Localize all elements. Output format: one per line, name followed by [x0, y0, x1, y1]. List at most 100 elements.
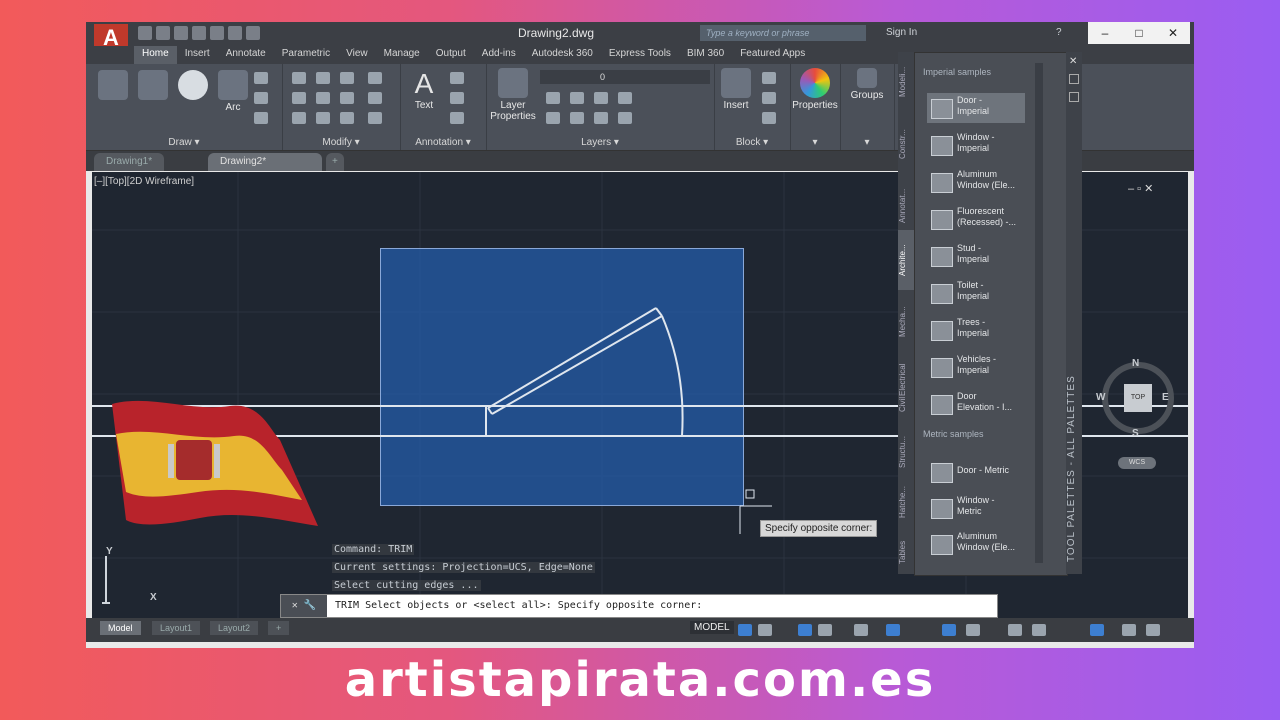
- tab-view[interactable]: View: [338, 46, 376, 64]
- undo-icon[interactable]: [228, 26, 242, 40]
- trim-icon[interactable]: [340, 72, 354, 84]
- hatch-icon[interactable]: [254, 112, 268, 124]
- layer-match-icon[interactable]: [546, 112, 560, 124]
- tab-autodesk-360[interactable]: Autodesk 360: [524, 46, 601, 64]
- palette-item-door-elevation[interactable]: Door Elevation - I...: [927, 389, 1025, 419]
- layer-state-icon[interactable]: [546, 92, 560, 104]
- palette-tab-constraints[interactable]: Constr...: [898, 114, 914, 174]
- tab-layout2[interactable]: Layout2: [210, 621, 259, 635]
- create-block-icon[interactable]: [762, 72, 776, 84]
- print-icon[interactable]: [210, 26, 224, 40]
- draw-panel-label[interactable]: Draw ▾: [86, 137, 282, 148]
- tab-manage[interactable]: Manage: [376, 46, 428, 64]
- tab-express-tools[interactable]: Express Tools: [601, 46, 679, 64]
- palette-item-fluorescent[interactable]: Fluorescent (Recessed) -...: [927, 204, 1025, 234]
- annotation-visibility-icon[interactable]: [966, 624, 980, 636]
- palette-close-icon[interactable]: ✕: [1069, 56, 1077, 67]
- tab-drawing1[interactable]: Drawing1*: [94, 153, 165, 171]
- stretch-icon[interactable]: [292, 112, 306, 124]
- palette-item-trees[interactable]: Trees - Imperial: [927, 315, 1025, 345]
- wcs-menu[interactable]: WCS: [1118, 457, 1156, 469]
- palette-item-stud[interactable]: Stud - Imperial: [927, 241, 1025, 271]
- add-layout-button[interactable]: +: [268, 621, 290, 635]
- palette-item-window-imperial[interactable]: Window - Imperial: [927, 130, 1025, 160]
- table-icon[interactable]: [450, 112, 464, 124]
- lock-ui-icon[interactable]: [1032, 624, 1046, 636]
- properties-button[interactable]: Properties: [792, 68, 838, 111]
- copy-icon[interactable]: [292, 92, 306, 104]
- move-icon[interactable]: [292, 72, 306, 84]
- groups-button[interactable]: Groups: [844, 68, 890, 101]
- palette-item-door-metric[interactable]: Door - Metric: [927, 457, 1025, 487]
- annotation-scale-icon[interactable]: [942, 624, 956, 636]
- layer-lock-icon[interactable]: [594, 112, 608, 124]
- palette-properties-icon[interactable]: [1069, 92, 1079, 102]
- model-space-button[interactable]: MODEL: [690, 621, 734, 634]
- minimize-button[interactable]: –: [1088, 22, 1122, 44]
- layer-dropdown[interactable]: 0: [540, 70, 710, 84]
- tab-annotate[interactable]: Annotate: [218, 46, 274, 64]
- palette-tab-architectural[interactable]: Archite...: [898, 230, 914, 290]
- layers-panel-label[interactable]: Layers ▾: [486, 137, 714, 148]
- compass-north[interactable]: N: [1132, 358, 1139, 369]
- groups-panel-label[interactable]: ▾: [840, 137, 894, 148]
- explode-icon[interactable]: [368, 92, 382, 104]
- modify-panel-label[interactable]: Modify ▾: [282, 137, 400, 148]
- palette-tab-mechanical[interactable]: Mecha...: [898, 292, 914, 352]
- tab-featured-apps[interactable]: Featured Apps: [732, 46, 813, 64]
- layer-unlock-icon[interactable]: [618, 112, 632, 124]
- layer-freeze-icon[interactable]: [594, 92, 608, 104]
- open-icon[interactable]: [156, 26, 170, 40]
- palette-tab-modeling[interactable]: Modeli...: [898, 52, 914, 112]
- palette-item-window-metric[interactable]: Window - Metric: [927, 493, 1025, 523]
- close-button[interactable]: ✕: [1156, 22, 1190, 44]
- maximize-button[interactable]: □: [1122, 22, 1156, 44]
- palette-autohide-icon[interactable]: [1069, 74, 1079, 84]
- rotate-icon[interactable]: [316, 72, 330, 84]
- customization-icon[interactable]: [1146, 624, 1160, 636]
- palette-scrollbar[interactable]: [1035, 63, 1043, 563]
- tab-home[interactable]: Home: [134, 46, 177, 64]
- sign-in-button[interactable]: Sign In: [886, 27, 917, 38]
- tab-bim-360[interactable]: BIM 360: [679, 46, 732, 64]
- otrack-toggle-icon[interactable]: [886, 624, 900, 636]
- leader-icon[interactable]: [450, 92, 464, 104]
- arc-tool[interactable]: Arc: [216, 70, 250, 113]
- layer-off-icon[interactable]: [618, 92, 632, 104]
- command-line[interactable]: ✕ 🔧 TRIM Select objects or <select all>:…: [280, 594, 998, 618]
- mirror-icon[interactable]: [316, 92, 330, 104]
- workspace-icon[interactable]: [1008, 624, 1022, 636]
- isolate-objects-icon[interactable]: [1090, 624, 1104, 636]
- dimension-icon[interactable]: [450, 72, 464, 84]
- save-icon[interactable]: [174, 26, 188, 40]
- tab-model[interactable]: Model: [100, 621, 141, 635]
- compass-east[interactable]: E: [1162, 392, 1169, 403]
- redo-icon[interactable]: [246, 26, 260, 40]
- edit-attributes-icon[interactable]: [762, 112, 776, 124]
- ortho-toggle-icon[interactable]: [798, 624, 812, 636]
- tab-layout1[interactable]: Layout1: [152, 621, 201, 635]
- palette-tab-tables[interactable]: Tables: [898, 522, 914, 582]
- polyline-tool[interactable]: [136, 70, 170, 102]
- save-as-icon[interactable]: [192, 26, 206, 40]
- layer-properties-button[interactable]: Layer Properties: [490, 68, 536, 122]
- rectangle-icon[interactable]: [254, 72, 268, 84]
- fillet-icon[interactable]: [340, 92, 354, 104]
- ellipse-icon[interactable]: [254, 92, 268, 104]
- osnap-toggle-icon[interactable]: [854, 624, 868, 636]
- search-input[interactable]: Type a keyword or phrase: [700, 25, 866, 41]
- offset-icon[interactable]: [368, 112, 382, 124]
- tab-insert[interactable]: Insert: [177, 46, 218, 64]
- properties-panel-label[interactable]: ▾: [790, 137, 840, 148]
- tab-parametric[interactable]: Parametric: [274, 46, 338, 64]
- viewcube-top-face[interactable]: TOP: [1124, 384, 1152, 412]
- tab-drawing2[interactable]: Drawing2*: [208, 153, 322, 171]
- palette-item-vehicles[interactable]: Vehicles - Imperial: [927, 352, 1025, 382]
- insert-button[interactable]: Insert: [718, 68, 754, 111]
- clean-screen-icon[interactable]: [1122, 624, 1136, 636]
- command-line-tools[interactable]: ✕ 🔧: [281, 595, 327, 617]
- circle-tool[interactable]: [176, 70, 210, 102]
- annotation-panel-label[interactable]: Annotation ▾: [400, 137, 486, 148]
- layer-iso-icon[interactable]: [570, 92, 584, 104]
- viewport-window-controls[interactable]: – ▫ ✕: [1128, 182, 1153, 195]
